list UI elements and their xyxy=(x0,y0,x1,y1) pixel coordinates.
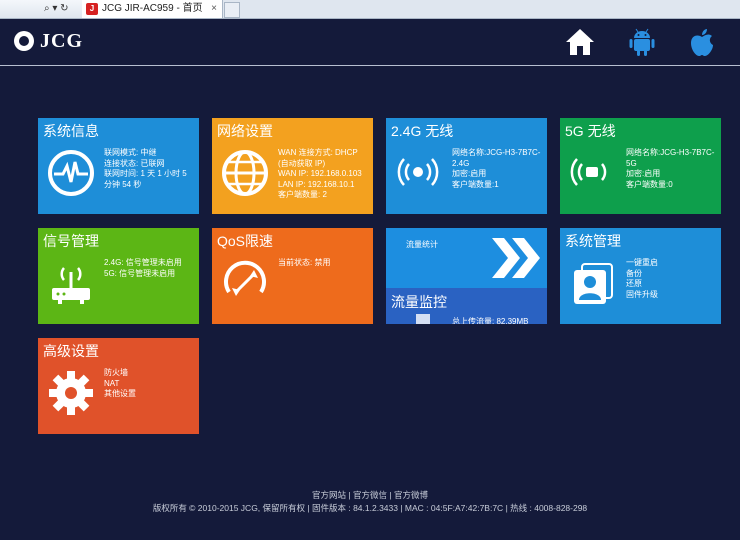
firmware-version: 固件版本 : 84.1.2.3433 xyxy=(311,503,398,513)
qos-status: 当前状态: 禁用 xyxy=(278,258,331,267)
pulse-gauge-icon xyxy=(46,148,96,198)
copyright-text: 版权所有 © 2010-2015 JCG, 保留所有权 xyxy=(152,503,306,513)
tile-wifi-24g[interactable]: 2.4G 无线 网络名称:JCG-H3-7B7C-2.4G 加密:启用 客户端数… xyxy=(386,118,547,214)
tile-title: QoS限速 xyxy=(217,233,274,249)
firmware-upgrade-link[interactable]: 固件升级 xyxy=(626,290,718,301)
network-mode: 联网模式: 中继 xyxy=(104,148,157,157)
favicon-icon: J xyxy=(86,3,98,15)
wifi24-details: 网络名称:JCG-H3-7B7C-2.4G 加密:启用 客户端数量:1 xyxy=(452,148,544,190)
wifi-signal-icon xyxy=(396,154,440,190)
tile-traffic-monitor[interactable]: 流量统计 流量监控 总上传流量: 82.39MB xyxy=(386,228,547,324)
official-wechat-link[interactable]: 官方微信 xyxy=(353,490,387,500)
user-cards-icon xyxy=(568,258,618,308)
wan-type: WAN 连接方式: DHCP (自动获取 IP) xyxy=(278,148,358,168)
tile-signal-management[interactable]: 信号管理 2.4G: 信号管理未启用 5G: 信号管理未启用 xyxy=(38,228,199,324)
firewall-link[interactable]: 防火墙 xyxy=(104,368,196,379)
tile-title: 5G 无线 xyxy=(565,123,616,139)
backup-link[interactable]: 备份 xyxy=(626,269,718,280)
gear-icon xyxy=(46,368,96,418)
restore-link[interactable]: 还原 xyxy=(626,279,718,290)
footer-copyright: 版权所有 © 2010-2015 JCG, 保留所有权 | 固件版本 : 84.… xyxy=(0,502,740,514)
header: JCG xyxy=(0,19,740,66)
android-icon[interactable] xyxy=(626,26,658,58)
tab-close-icon[interactable]: × xyxy=(211,0,217,18)
network-details: WAN 连接方式: DHCP (自动获取 IP) WAN IP: 192.168… xyxy=(278,148,370,201)
wifi5-details: 网络名称:JCG-H3-7B7C-5G 加密:启用 客户端数量:0 xyxy=(626,148,718,190)
browser-tab[interactable]: J JCG JIR-AC959 - 首页 × xyxy=(82,0,223,18)
signal-details: 2.4G: 信号管理未启用 5G: 信号管理未启用 xyxy=(104,258,196,279)
reboot-link[interactable]: 一键重启 xyxy=(626,258,718,269)
connection-status: 连接状态: 已联网 xyxy=(104,158,165,168)
tile-title: 系统管理 xyxy=(565,233,621,249)
router-icon xyxy=(46,258,96,308)
home-icon[interactable] xyxy=(564,26,596,58)
traffic-stats-panel: 流量统计 xyxy=(386,228,547,288)
browser-tabbar: ⌕ ▾ ↻ J JCG JIR-AC959 - 首页 × xyxy=(0,0,740,19)
signal-24g: 2.4G: 信号管理未启用 xyxy=(104,258,182,267)
other-settings-link[interactable]: 其他设置 xyxy=(104,389,196,400)
double-chevron-right-icon xyxy=(490,236,542,280)
wifi24-ssid: 网络名称:JCG-H3-7B7C-2.4G xyxy=(452,148,541,168)
globe-icon xyxy=(220,148,270,198)
sysmgmt-menu: 一键重启 备份 还原 固件升级 xyxy=(626,258,718,300)
tile-title: 系统信息 xyxy=(43,123,99,139)
qos-details: 当前状态: 禁用 xyxy=(278,258,370,269)
logo-mark-icon xyxy=(14,31,34,51)
lan-ip: LAN IP: 192.168.10.1 xyxy=(278,179,355,189)
wifi5-clients: 客户端数量:0 xyxy=(626,179,673,189)
apple-icon[interactable] xyxy=(686,26,718,58)
tile-system-management[interactable]: 系统管理 一键重启 备份 还原 固件升级 xyxy=(560,228,721,324)
footer-separator: | xyxy=(305,503,312,513)
tile-title: 流量监控 xyxy=(391,294,447,310)
hotline: 热线 : 4008-828-298 xyxy=(510,503,588,513)
wifi5-ssid: 网络名称:JCG-H3-7B7C-5G xyxy=(626,148,715,168)
wifi-signal-icon xyxy=(570,154,614,190)
tile-advanced-settings[interactable]: 高级设置 防火墙 NAT 其他设置 xyxy=(38,338,199,434)
speed-limit-icon xyxy=(220,258,270,308)
traffic-stat-label: 流量统计 xyxy=(406,240,438,249)
tile-qos[interactable]: QoS限速 当前状态: 禁用 xyxy=(212,228,373,324)
tile-title: 高级设置 xyxy=(43,343,99,359)
wifi24-security: 加密:启用 xyxy=(452,169,487,178)
advanced-menu: 防火墙 NAT 其他设置 xyxy=(104,368,196,400)
tile-wifi-5g[interactable]: 5G 无线 网络名称:JCG-H3-7B7C-5G 加密:启用 客户端数量:0 xyxy=(560,118,721,214)
footer-links: 官方网站 | 官方微信 | 官方微博 xyxy=(0,489,740,501)
footer-separator: | xyxy=(346,490,353,500)
tile-network-settings[interactable]: 网络设置 WAN 连接方式: DHCP (自动获取 IP) WAN IP: 19… xyxy=(212,118,373,214)
address-bar-controls[interactable]: ⌕ ▾ ↻ xyxy=(0,0,83,18)
wifi24-clients: 客户端数量:1 xyxy=(452,179,499,189)
official-site-link[interactable]: 官方网站 xyxy=(312,490,346,500)
wan-ip: WAN IP: 192.168.0.103 xyxy=(278,169,362,178)
footer-separator: | xyxy=(387,490,394,500)
signal-5g: 5G: 信号管理未启用 xyxy=(104,268,176,278)
tab-title: JCG JIR-AC959 - 首页 xyxy=(102,3,203,14)
wifi5-security: 加密:启用 xyxy=(626,169,661,178)
footer-separator: | xyxy=(397,503,405,513)
new-tab-button[interactable] xyxy=(224,2,240,18)
system-info-details: 联网模式: 中继 连接状态: 已联网 联网时间: 1 天 1 小时 5 分钟 5… xyxy=(104,148,196,190)
tile-title: 2.4G 无线 xyxy=(391,123,454,139)
browser-controls[interactable]: ⌕ ▾ ↻ xyxy=(44,2,69,16)
logo-text: JCG xyxy=(40,30,83,52)
tile-title: 网络设置 xyxy=(217,123,273,139)
tile-system-info[interactable]: 系统信息 联网模式: 中继 连接状态: 已联网 联网时间: 1 天 1 小时 5… xyxy=(38,118,199,214)
tile-title: 信号管理 xyxy=(43,233,99,249)
nat-link[interactable]: NAT xyxy=(104,379,196,390)
traffic-chart-icon xyxy=(416,314,430,324)
mac-address: MAC : 04:5F:A7:42:7B:7C xyxy=(404,503,504,513)
client-count: 客户端数量: 2 xyxy=(278,190,327,199)
uptime: 联网时间: 1 天 1 小时 5 分钟 54 秒 xyxy=(104,169,187,189)
total-upload: 总上传流量: 82.39MB xyxy=(452,317,529,324)
official-weibo-link[interactable]: 官方微博 xyxy=(394,490,428,500)
